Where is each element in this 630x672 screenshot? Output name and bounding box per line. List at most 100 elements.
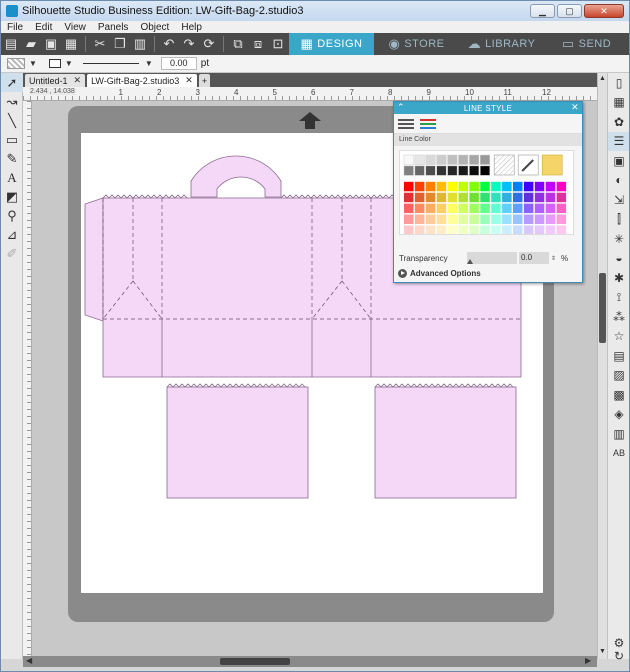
color-swatch[interactable]	[458, 214, 469, 225]
color-swatch[interactable]	[458, 192, 469, 203]
color-swatch[interactable]	[513, 214, 523, 225]
fill-color-icon[interactable]: ✿	[608, 112, 629, 132]
color-swatch[interactable]	[545, 225, 556, 235]
color-palette[interactable]	[399, 150, 574, 235]
color-swatch[interactable]	[469, 181, 479, 192]
color-swatch[interactable]	[425, 203, 436, 214]
color-swatch[interactable]	[458, 181, 469, 192]
color-swatch[interactable]	[480, 192, 490, 203]
horizontal-scroll-thumb[interactable]	[220, 658, 290, 665]
color-swatch[interactable]	[556, 203, 567, 214]
color-swatch[interactable]	[513, 225, 523, 235]
gray-swatch[interactable]	[425, 154, 436, 165]
color-swatch[interactable]	[469, 192, 479, 203]
color-swatch[interactable]	[425, 192, 436, 203]
scroll-up-icon[interactable]: ▲	[599, 75, 606, 82]
panel-header[interactable]: ⌃ LINE STYLE ✕	[394, 102, 582, 114]
color-swatch[interactable]	[534, 192, 545, 203]
transform-icon[interactable]: ⇲	[608, 190, 629, 210]
color-swatch[interactable]	[491, 192, 501, 203]
color-swatch[interactable]	[513, 203, 523, 214]
scroll-down-icon[interactable]: ▼	[599, 648, 606, 655]
color-swatch[interactable]	[545, 203, 556, 214]
color-swatch[interactable]	[480, 203, 490, 214]
color-swatch[interactable]	[491, 214, 501, 225]
modify-icon[interactable]: ◒	[608, 249, 629, 269]
send-refresh-icon[interactable]: ↻	[608, 646, 629, 666]
color-swatch[interactable]	[469, 225, 479, 235]
color-swatch[interactable]	[523, 181, 534, 192]
fill-gradient-icon[interactable]: ▣	[608, 151, 629, 171]
pixscan-icon[interactable]: ◈	[608, 405, 629, 425]
library-icon[interactable]: ▩	[608, 385, 629, 405]
gray-swatch[interactable]	[447, 165, 458, 176]
text-style-icon[interactable]: AB	[608, 444, 629, 464]
gray-swatch[interactable]	[414, 154, 425, 165]
color-swatch[interactable]	[425, 214, 436, 225]
color-swatch[interactable]	[447, 192, 458, 203]
gray-swatch[interactable]	[447, 154, 458, 165]
line-style-tab-icon[interactable]	[398, 117, 414, 131]
color-swatch[interactable]	[404, 203, 414, 214]
color-swatch[interactable]	[523, 203, 534, 214]
gray-swatch[interactable]	[480, 154, 491, 165]
transparency-slider[interactable]	[467, 252, 517, 264]
color-swatch[interactable]	[447, 214, 458, 225]
color-swatch[interactable]	[404, 214, 414, 225]
color-swatch[interactable]	[534, 181, 545, 192]
color-swatch[interactable]	[545, 214, 556, 225]
color-swatch[interactable]	[404, 181, 414, 192]
color-swatch[interactable]	[556, 225, 567, 235]
gray-swatch[interactable]	[403, 165, 414, 176]
color-swatch[interactable]	[491, 203, 501, 214]
advanced-options[interactable]: Advanced Options	[398, 269, 481, 278]
color-swatch[interactable]	[491, 225, 501, 235]
color-swatch[interactable]	[534, 203, 545, 214]
line-color-tab-icon[interactable]	[420, 117, 436, 131]
gray-swatch[interactable]	[436, 165, 447, 176]
gray-swatch[interactable]	[458, 165, 469, 176]
trace-icon[interactable]: ⟟	[608, 288, 629, 308]
gray-swatch[interactable]	[480, 165, 491, 176]
color-swatch[interactable]	[414, 225, 425, 235]
color-swatch[interactable]	[502, 192, 512, 203]
color-swatch[interactable]	[404, 192, 414, 203]
color-swatch[interactable]	[414, 181, 425, 192]
gray-swatch[interactable]	[469, 154, 480, 165]
color-swatch[interactable]	[502, 225, 512, 235]
color-swatch[interactable]	[556, 181, 567, 192]
scroll-left-icon[interactable]: ◀	[26, 656, 32, 665]
color-swatch[interactable]	[523, 192, 534, 203]
color-swatch[interactable]	[523, 214, 534, 225]
print-cut-icon[interactable]: ▥	[608, 424, 629, 444]
color-swatch[interactable]	[447, 203, 458, 214]
color-swatch[interactable]	[447, 225, 458, 235]
color-swatch[interactable]	[469, 203, 479, 214]
color-swatch[interactable]	[502, 214, 512, 225]
color-swatch[interactable]	[545, 181, 556, 192]
vertical-scroll-thumb[interactable]	[599, 273, 606, 343]
color-swatch[interactable]	[480, 181, 490, 192]
color-swatch[interactable]	[502, 181, 512, 192]
horizontal-scrollbar[interactable]: ◀ ▶	[23, 656, 597, 667]
color-swatch[interactable]	[513, 192, 523, 203]
color-swatch[interactable]	[436, 203, 447, 214]
collapse-chevron-icon[interactable]: ⌃	[397, 102, 405, 113]
color-swatch[interactable]	[545, 192, 556, 203]
color-swatch[interactable]	[480, 214, 490, 225]
line-style-icon[interactable]: ☰	[608, 131, 629, 151]
color-swatch[interactable]	[534, 214, 545, 225]
vertical-scrollbar[interactable]: ▲ ▼	[597, 73, 607, 659]
gray-swatch[interactable]	[414, 165, 425, 176]
color-swatch[interactable]	[414, 214, 425, 225]
color-swatch[interactable]	[458, 225, 469, 235]
color-swatch[interactable]	[436, 225, 447, 235]
knife-icon[interactable]: ✱	[608, 268, 629, 288]
color-swatch[interactable]	[491, 181, 501, 192]
color-swatch[interactable]	[480, 225, 490, 235]
color-swatch[interactable]	[436, 214, 447, 225]
grid-icon[interactable]: ▦	[608, 93, 629, 113]
panel-close-icon[interactable]: ✕	[571, 102, 579, 113]
color-swatch[interactable]	[523, 225, 534, 235]
sketch-icon[interactable]: ▨	[608, 366, 629, 386]
